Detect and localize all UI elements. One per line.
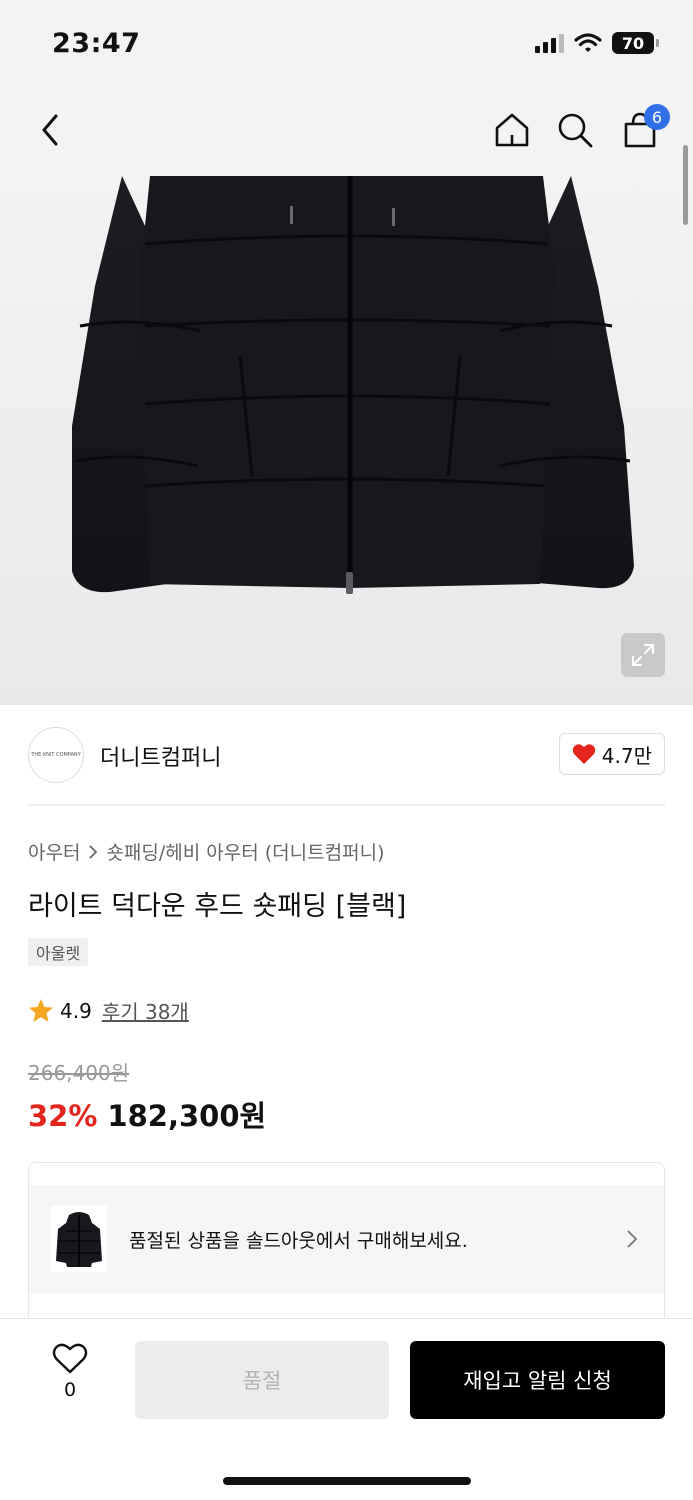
- zoom-button[interactable]: [621, 633, 665, 677]
- wifi-icon: [574, 33, 602, 52]
- chevron-right-icon: [89, 844, 98, 859]
- product-title: 라이트 덕다운 후드 숏패딩 [블랙]: [28, 891, 407, 922]
- padded-jacket-image: [72, 176, 634, 594]
- wishlist-button[interactable]: 0: [44, 1343, 96, 1413]
- soldout-thumbnail: [51, 1206, 107, 1272]
- back-button[interactable]: [28, 108, 72, 152]
- nav-bar: 6: [0, 88, 693, 176]
- heart-filled-icon: [572, 744, 596, 764]
- breadcrumb: 아우터 숏패딩/헤비 아우터 (더니트컴퍼니): [28, 838, 384, 865]
- scroll-indicator: [683, 145, 688, 225]
- outlet-tag: 아울렛: [28, 938, 89, 966]
- expand-icon: [632, 644, 654, 666]
- jacket-thumbnail-image: [56, 1212, 102, 1267]
- search-button[interactable]: [553, 108, 597, 152]
- home-button[interactable]: [490, 108, 534, 152]
- status-bar: 23:47 70: [0, 0, 693, 88]
- home-icon: [495, 113, 529, 147]
- discount-rate: 32%: [28, 1099, 98, 1133]
- bottom-action-bar: 0 품절 재입고 알림 신청: [0, 1318, 693, 1500]
- original-price: 266,400원: [28, 1061, 130, 1085]
- battery-icon: 70: [612, 32, 654, 54]
- sale-price: 182,300원: [107, 1099, 267, 1133]
- heart-outline-icon: [52, 1343, 88, 1374]
- home-indicator: [223, 1477, 471, 1485]
- wishlist-count: 0: [63, 1379, 77, 1401]
- restock-alert-button[interactable]: 재입고 알림 신청: [410, 1341, 665, 1419]
- soldout-card: 품절된 상품을 솔드아웃에서 구매해보세요.: [28, 1162, 665, 1332]
- divider: [28, 804, 665, 806]
- brand-row[interactable]: THE KNIT COMPANY 더니트컴퍼니 4.7만: [28, 727, 665, 783]
- review-link[interactable]: 후기 38개: [102, 996, 189, 1025]
- rating-value: 4.9: [60, 998, 92, 1023]
- battery-cap: [656, 39, 659, 47]
- rating-row: 4.9 후기 38개: [28, 996, 189, 1025]
- brand-like-button[interactable]: 4.7만: [558, 733, 665, 775]
- breadcrumb-subcategory[interactable]: 숏패딩/헤비 아우터 (더니트컴퍼니): [106, 838, 384, 865]
- brand-logo[interactable]: THE KNIT COMPANY: [28, 727, 84, 783]
- signal-icon: [535, 33, 564, 53]
- chevron-right-icon: [627, 1230, 638, 1248]
- cart-count-badge: 6: [644, 104, 670, 130]
- breadcrumb-category[interactable]: 아우터: [28, 838, 80, 865]
- search-icon: [558, 113, 593, 148]
- brand-name[interactable]: 더니트컴퍼니: [100, 740, 221, 772]
- status-icons: 70: [535, 32, 659, 54]
- soldout-button: 품절: [135, 1341, 389, 1419]
- price-row: 32% 182,300원: [28, 1093, 266, 1135]
- chevron-left-icon: [42, 114, 58, 146]
- cart-button[interactable]: 6: [618, 104, 670, 152]
- brand-like-count: 4.7만: [601, 743, 652, 768]
- soldout-link[interactable]: 품절된 상품을 솔드아웃에서 구매해보세요.: [29, 1185, 664, 1293]
- status-time: 23:47: [52, 28, 141, 59]
- soldout-text: 품절된 상품을 솔드아웃에서 구매해보세요.: [129, 1229, 468, 1252]
- star-icon: [29, 999, 53, 1022]
- product-image[interactable]: [0, 176, 693, 705]
